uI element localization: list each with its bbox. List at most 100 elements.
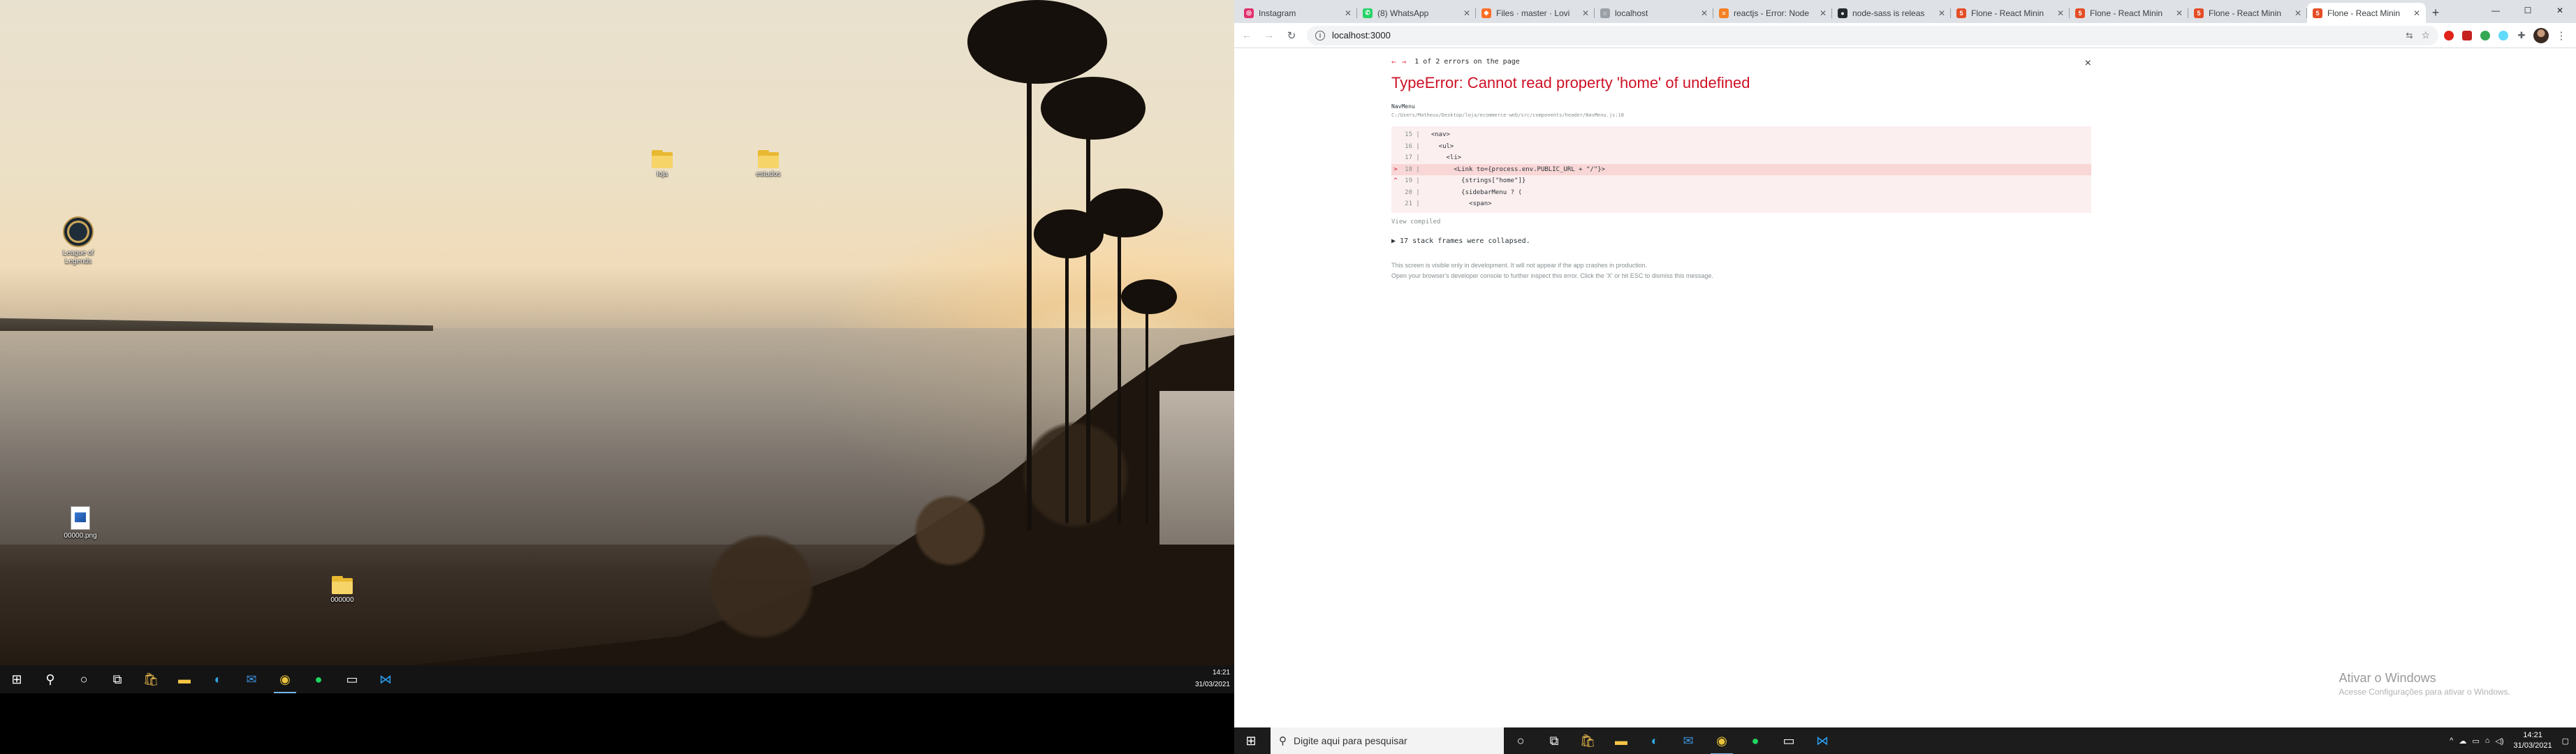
taskbar-terminal[interactable]: ▭ — [1772, 727, 1806, 754]
taskbar-chrome[interactable]: ◉ — [268, 665, 302, 693]
tab-flone-3[interactable]: 5 Flone - React Minin ✕ — [2188, 3, 2307, 23]
chrome-icon: ◉ — [1716, 733, 1727, 748]
taskbar-store[interactable]: 🛍 — [134, 665, 168, 693]
error-count: 1 of 2 errors on the page — [1414, 58, 1520, 66]
taskbar-spotify[interactable]: ● — [302, 665, 335, 693]
view-compiled-link[interactable]: View compiled — [1391, 219, 2091, 226]
extension-green[interactable] — [2478, 28, 2493, 43]
desktop-icon-folder-loja[interactable]: Ioja — [634, 150, 690, 179]
close-tab-icon[interactable]: ✕ — [2295, 8, 2301, 18]
cloud-icon[interactable]: ☁ — [2459, 737, 2466, 746]
cortana-button[interactable]: ○ — [1504, 727, 1537, 754]
spotify-icon: ● — [1751, 733, 1759, 748]
taskbar-vscode[interactable]: ⋈ — [369, 665, 402, 693]
taskbar-terminal[interactable]: ▭ — [335, 665, 369, 693]
taskbar-vscode[interactable]: ⋈ — [1806, 727, 1839, 754]
translate-icon[interactable]: ⇆ — [2406, 31, 2413, 40]
palm-tree — [1086, 105, 1090, 524]
tab-flone-active[interactable]: 5 Flone - React Minin ✕ — [2307, 3, 2426, 23]
image-file-icon — [71, 506, 90, 530]
close-window-button[interactable]: ✕ — [2544, 0, 2576, 21]
extension-adblock[interactable] — [2441, 28, 2457, 43]
arrow-right-icon: → — [1264, 29, 1275, 41]
close-tab-icon[interactable]: ✕ — [1582, 8, 1589, 18]
bookmark-star-icon[interactable]: ☆ — [2421, 29, 2430, 41]
taskbar-explorer[interactable]: ▬ — [1604, 727, 1638, 754]
close-tab-icon[interactable]: ✕ — [1938, 8, 1945, 18]
error-title: TypeError: Cannot read property 'home' o… — [1391, 74, 1750, 91]
reload-button[interactable]: ↻ — [1282, 26, 1301, 45]
close-tab-icon[interactable]: ✕ — [1820, 8, 1827, 18]
cortana-button[interactable]: ○ — [67, 665, 101, 693]
tab-github[interactable]: ● node-sass is releas ✕ — [1832, 3, 1951, 23]
address-bar[interactable]: i localhost:3000 ⇆ ☆ — [1307, 25, 2438, 45]
extension-react[interactable] — [2496, 28, 2511, 43]
network-icon[interactable]: ⌂ — [2485, 737, 2490, 745]
maximize-button[interactable]: ☐ — [2512, 0, 2544, 21]
tab-gitlab-files[interactable]: ◆ Files · master · Lovi ✕ — [1476, 3, 1595, 23]
code-frame: 15 | <nav> 16 | <ul> 17 | <li> > 18 | <L… — [1391, 126, 2091, 213]
clock-right[interactable]: 14:21 31/03/2021 — [2514, 730, 2552, 751]
notifications-icon[interactable]: ▢ — [2562, 737, 2569, 746]
whatsapp-icon: ✆ — [1363, 8, 1373, 18]
back-button[interactable]: ← — [1237, 26, 1257, 45]
close-tab-icon[interactable]: ✕ — [2176, 8, 2183, 18]
collapsed-stack-frames[interactable]: ▶ 17 stack frames were collapsed. — [1391, 237, 2091, 245]
start-button[interactable]: ⊞ — [0, 665, 34, 693]
tab-flone-1[interactable]: 5 Flone - React Minin ✕ — [1951, 3, 2070, 23]
windows-icon: ⊞ — [1245, 733, 1257, 748]
browser-menu-button[interactable]: ⋮ — [2552, 26, 2571, 45]
info-icon[interactable]: i — [1315, 30, 1325, 40]
close-tab-icon[interactable]: ✕ — [2057, 8, 2064, 18]
code-line-error: > 18 | <Link to={process.env.PUBLIC_URL +… — [1391, 163, 2091, 175]
windows-icon: ⊞ — [11, 672, 22, 686]
battery-icon[interactable]: ▭ — [2472, 737, 2479, 746]
taskbar-search-box[interactable]: ⚲ Digite aqui para pesquisar — [1271, 727, 1504, 754]
mail-icon: ✉ — [1683, 733, 1694, 748]
kebab-menu-icon: ⋮ — [2556, 29, 2567, 42]
extensions-button[interactable]: ✚ — [2514, 28, 2529, 43]
volume-icon[interactable]: ◁) — [2495, 737, 2503, 746]
close-tab-icon[interactable]: ✕ — [1463, 8, 1470, 18]
taskbar-mail[interactable]: ✉ — [1671, 727, 1705, 754]
tab-localhost[interactable]: ○ localhost ✕ — [1595, 3, 1713, 23]
desktop-icon-folder-estudos[interactable]: estudos — [740, 150, 796, 179]
folder-icon: ▬ — [1615, 733, 1627, 748]
start-button[interactable]: ⊞ — [1234, 727, 1268, 754]
new-tab-button[interactable]: + — [2426, 3, 2445, 23]
chevron-up-icon[interactable]: ^ — [2450, 737, 2453, 745]
puzzle-icon: ✚ — [2517, 29, 2526, 40]
file-path-link[interactable]: C:/Users/Matheus/Desktop/loja/ecommerce-… — [1391, 112, 2091, 118]
tab-flone-2[interactable]: 5 Flone - React Minin ✕ — [2070, 3, 2188, 23]
taskbar-mail[interactable]: ✉ — [235, 665, 268, 693]
taskbar-spotify[interactable]: ● — [1739, 727, 1772, 754]
close-tab-icon[interactable]: ✕ — [1701, 8, 1708, 18]
stackoverflow-icon: ≡ — [1719, 8, 1729, 18]
desktop-icon-league-of-legends[interactable]: League of Legends — [50, 216, 106, 266]
tab-stackoverflow[interactable]: ≡ reactjs - Error: Node ✕ — [1713, 3, 1832, 23]
close-tab-icon[interactable]: ✕ — [1345, 8, 1352, 18]
close-tab-icon[interactable]: ✕ — [2413, 8, 2420, 18]
task-view-button[interactable]: ⧉ — [101, 665, 134, 693]
taskbar-store[interactable]: 🛍 — [1571, 727, 1604, 754]
search-button[interactable]: ⚲ — [34, 665, 67, 693]
desktop-icon-folder[interactable]: 000000 — [314, 576, 370, 605]
desktop-icon-image-file[interactable]: 00000.png — [52, 506, 108, 540]
next-error-button[interactable]: → — [1402, 57, 1407, 66]
close-overlay-button[interactable]: × — [2085, 57, 2091, 70]
taskbar-explorer[interactable]: ▬ — [168, 665, 201, 693]
desktop-wallpaper: League of Legends Ioja estudos 00000.png… — [0, 0, 1234, 665]
minimize-button[interactable]: — — [2480, 0, 2512, 21]
palm-tree — [1118, 209, 1121, 524]
previous-error-button[interactable]: ← — [1391, 57, 1396, 66]
clock-left[interactable]: 14:21 31/03/2021 — [1195, 667, 1230, 690]
taskbar-chrome[interactable]: ◉ — [1705, 727, 1739, 754]
taskbar-edge[interactable]: ◐ — [201, 665, 235, 693]
forward-button[interactable]: → — [1259, 26, 1279, 45]
taskbar-edge[interactable]: ◐ — [1638, 727, 1671, 754]
extension-red[interactable] — [2459, 28, 2475, 43]
task-view-button[interactable]: ⧉ — [1537, 727, 1571, 754]
tab-whatsapp[interactable]: ✆ (8) WhatsApp ✕ — [1357, 3, 1476, 23]
profile-avatar[interactable] — [2533, 27, 2549, 43]
tab-instagram[interactable]: ◎ Instagram ✕ — [1238, 3, 1357, 23]
